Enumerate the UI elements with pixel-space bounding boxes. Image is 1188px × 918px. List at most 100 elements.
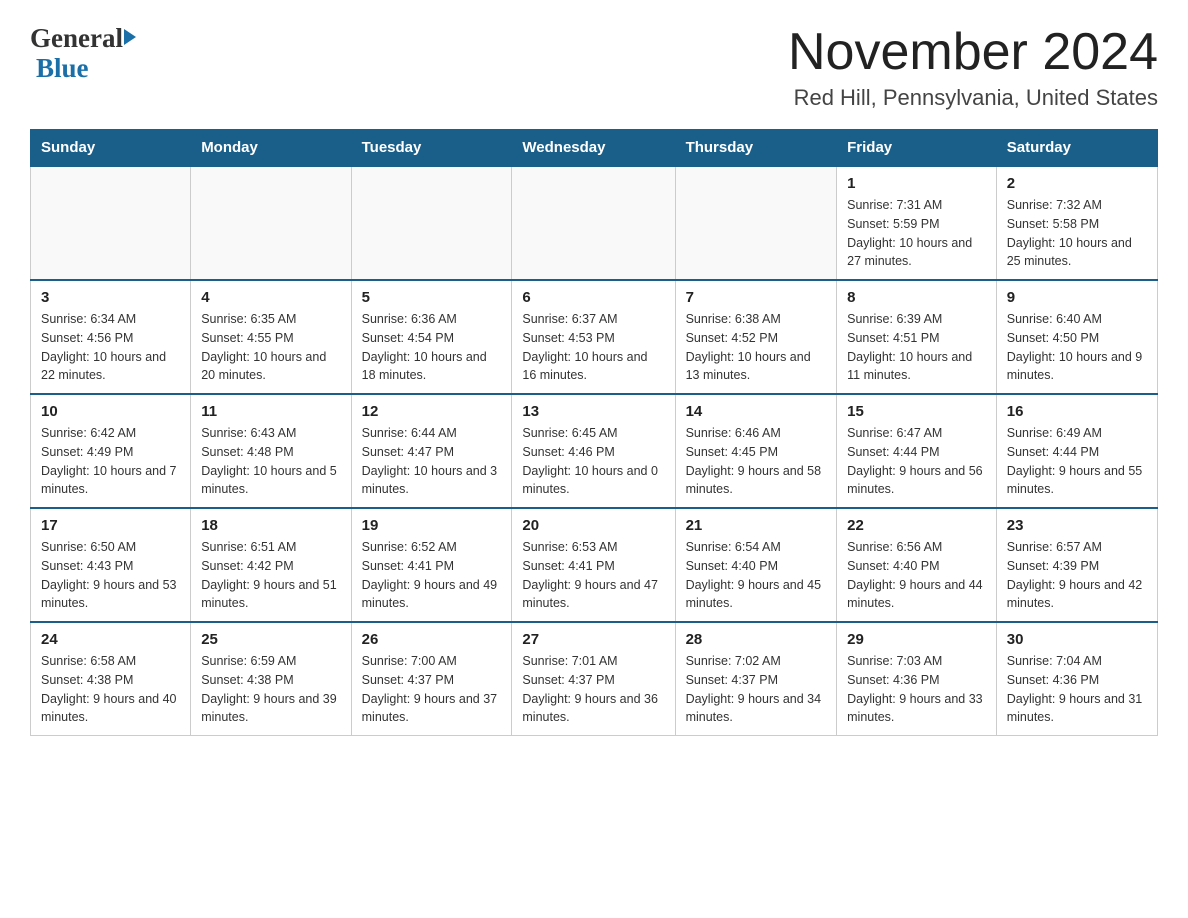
day-number: 6 [522, 289, 664, 306]
day-number: 27 [522, 631, 664, 648]
calendar-day: 3 Sunrise: 6:34 AM Sunset: 4:56 PM Daylig… [31, 280, 191, 394]
day-number: 9 [1007, 289, 1147, 306]
calendar-day: 8 Sunrise: 6:39 AM Sunset: 4:51 PM Daylig… [837, 280, 997, 394]
day-info: Sunrise: 6:39 AM Sunset: 4:51 PM Dayligh… [847, 310, 986, 385]
calendar-day: 24 Sunrise: 6:58 AM Sunset: 4:38 PM Dayli… [31, 622, 191, 736]
header: General Blue November 2024 Red Hill, Pen… [30, 24, 1158, 111]
day-number: 2 [1007, 175, 1147, 192]
calendar-day: 15Sunrise: 6:47 AM Sunset: 4:44 PM Dayli… [837, 394, 997, 508]
day-info: Sunrise: 7:31 AM Sunset: 5:59 PM Dayligh… [847, 196, 986, 271]
day-number: 24 [41, 631, 180, 648]
calendar-header-monday: Monday [191, 130, 351, 167]
calendar-day: 9 Sunrise: 6:40 AM Sunset: 4:50 PM Daylig… [996, 280, 1157, 394]
day-info: Sunrise: 7:01 AM Sunset: 4:37 PM Dayligh… [522, 652, 664, 727]
day-info: Sunrise: 6:43 AM Sunset: 4:48 PM Dayligh… [201, 424, 340, 499]
subtitle: Red Hill, Pennsylvania, United States [788, 85, 1158, 111]
calendar-header-friday: Friday [837, 130, 997, 167]
calendar-header-tuesday: Tuesday [351, 130, 512, 167]
calendar-day: 2 Sunrise: 7:32 AM Sunset: 5:58 PM Daylig… [996, 166, 1157, 280]
day-number: 4 [201, 289, 340, 306]
day-number: 17 [41, 517, 180, 534]
day-number: 21 [686, 517, 827, 534]
calendar-day: 27 Sunrise: 7:01 AM Sunset: 4:37 PM Dayli… [512, 622, 675, 736]
calendar-day: 7 Sunrise: 6:38 AM Sunset: 4:52 PM Daylig… [675, 280, 837, 394]
calendar-day: 11Sunrise: 6:43 AM Sunset: 4:48 PM Dayli… [191, 394, 351, 508]
day-info: Sunrise: 6:58 AM Sunset: 4:38 PM Dayligh… [41, 652, 180, 727]
logo-general-text: General [30, 24, 123, 54]
day-number: 7 [686, 289, 827, 306]
calendar-day: 6 Sunrise: 6:37 AM Sunset: 4:53 PM Daylig… [512, 280, 675, 394]
day-info: Sunrise: 6:56 AM Sunset: 4:40 PM Dayligh… [847, 538, 986, 613]
calendar-day: 23 Sunrise: 6:57 AM Sunset: 4:39 PM Dayli… [996, 508, 1157, 622]
calendar-header-row: SundayMondayTuesdayWednesdayThursdayFrid… [31, 130, 1158, 167]
day-info: Sunrise: 7:04 AM Sunset: 4:36 PM Dayligh… [1007, 652, 1147, 727]
day-info: Sunrise: 6:53 AM Sunset: 4:41 PM Dayligh… [522, 538, 664, 613]
day-number: 10 [41, 403, 180, 420]
calendar-week-row: 10 Sunrise: 6:42 AM Sunset: 4:49 PM Dayli… [31, 394, 1158, 508]
calendar-day: 12 Sunrise: 6:44 AM Sunset: 4:47 PM Dayli… [351, 394, 512, 508]
day-info: Sunrise: 6:35 AM Sunset: 4:55 PM Dayligh… [201, 310, 340, 385]
calendar-week-row: 17 Sunrise: 6:50 AM Sunset: 4:43 PM Dayli… [31, 508, 1158, 622]
day-number: 8 [847, 289, 986, 306]
calendar-day [675, 166, 837, 280]
calendar-week-row: 3 Sunrise: 6:34 AM Sunset: 4:56 PM Daylig… [31, 280, 1158, 394]
day-number: 23 [1007, 517, 1147, 534]
calendar-header-thursday: Thursday [675, 130, 837, 167]
calendar-day: 30 Sunrise: 7:04 AM Sunset: 4:36 PM Dayli… [996, 622, 1157, 736]
day-number: 1 [847, 175, 986, 192]
day-info: Sunrise: 6:37 AM Sunset: 4:53 PM Dayligh… [522, 310, 664, 385]
calendar-day: 4 Sunrise: 6:35 AM Sunset: 4:55 PM Daylig… [191, 280, 351, 394]
day-info: Sunrise: 6:45 AM Sunset: 4:46 PM Dayligh… [522, 424, 664, 499]
logo: General Blue [30, 24, 136, 83]
calendar-day: 26 Sunrise: 7:00 AM Sunset: 4:37 PM Dayli… [351, 622, 512, 736]
day-number: 25 [201, 631, 340, 648]
calendar-day [351, 166, 512, 280]
day-number: 13 [522, 403, 664, 420]
day-number: 5 [362, 289, 502, 306]
day-info: Sunrise: 6:40 AM Sunset: 4:50 PM Dayligh… [1007, 310, 1147, 385]
day-number: 26 [362, 631, 502, 648]
day-info: Sunrise: 7:32 AM Sunset: 5:58 PM Dayligh… [1007, 196, 1147, 271]
calendar-header-sunday: Sunday [31, 130, 191, 167]
calendar-day: 22 Sunrise: 6:56 AM Sunset: 4:40 PM Dayli… [837, 508, 997, 622]
calendar-week-row: 1 Sunrise: 7:31 AM Sunset: 5:59 PM Daylig… [31, 166, 1158, 280]
day-info: Sunrise: 6:50 AM Sunset: 4:43 PM Dayligh… [41, 538, 180, 613]
calendar-day: 18 Sunrise: 6:51 AM Sunset: 4:42 PM Dayli… [191, 508, 351, 622]
day-info: Sunrise: 6:54 AM Sunset: 4:40 PM Dayligh… [686, 538, 827, 613]
day-info: Sunrise: 6:34 AM Sunset: 4:56 PM Dayligh… [41, 310, 180, 385]
day-info: Sunrise: 6:36 AM Sunset: 4:54 PM Dayligh… [362, 310, 502, 385]
day-number: 28 [686, 631, 827, 648]
day-info: Sunrise: 6:42 AM Sunset: 4:49 PM Dayligh… [41, 424, 180, 499]
day-info: Sunrise: 6:47 AM Sunset: 4:44 PM Dayligh… [847, 424, 986, 499]
calendar-table: SundayMondayTuesdayWednesdayThursdayFrid… [30, 129, 1158, 736]
day-info: Sunrise: 6:57 AM Sunset: 4:39 PM Dayligh… [1007, 538, 1147, 613]
day-number: 16 [1007, 403, 1147, 420]
day-number: 22 [847, 517, 986, 534]
calendar-day: 1 Sunrise: 7:31 AM Sunset: 5:59 PM Daylig… [837, 166, 997, 280]
calendar-day [31, 166, 191, 280]
day-number: 30 [1007, 631, 1147, 648]
day-info: Sunrise: 6:44 AM Sunset: 4:47 PM Dayligh… [362, 424, 502, 499]
calendar-day [512, 166, 675, 280]
day-number: 18 [201, 517, 340, 534]
main-title: November 2024 [788, 24, 1158, 81]
day-number: 12 [362, 403, 502, 420]
day-info: Sunrise: 6:46 AM Sunset: 4:45 PM Dayligh… [686, 424, 827, 499]
calendar-day: 13 Sunrise: 6:45 AM Sunset: 4:46 PM Dayli… [512, 394, 675, 508]
day-info: Sunrise: 7:00 AM Sunset: 4:37 PM Dayligh… [362, 652, 502, 727]
day-info: Sunrise: 6:38 AM Sunset: 4:52 PM Dayligh… [686, 310, 827, 385]
calendar-day [191, 166, 351, 280]
day-number: 20 [522, 517, 664, 534]
calendar-header-wednesday: Wednesday [512, 130, 675, 167]
day-number: 29 [847, 631, 986, 648]
day-number: 3 [41, 289, 180, 306]
calendar-day: 29 Sunrise: 7:03 AM Sunset: 4:36 PM Dayli… [837, 622, 997, 736]
day-info: Sunrise: 6:49 AM Sunset: 4:44 PM Dayligh… [1007, 424, 1147, 499]
day-info: Sunrise: 6:52 AM Sunset: 4:41 PM Dayligh… [362, 538, 502, 613]
calendar-header-saturday: Saturday [996, 130, 1157, 167]
calendar-day: 16 Sunrise: 6:49 AM Sunset: 4:44 PM Dayli… [996, 394, 1157, 508]
calendar-day: 28 Sunrise: 7:02 AM Sunset: 4:37 PM Dayli… [675, 622, 837, 736]
day-info: Sunrise: 7:03 AM Sunset: 4:36 PM Dayligh… [847, 652, 986, 727]
day-info: Sunrise: 7:02 AM Sunset: 4:37 PM Dayligh… [686, 652, 827, 727]
day-info: Sunrise: 6:51 AM Sunset: 4:42 PM Dayligh… [201, 538, 340, 613]
